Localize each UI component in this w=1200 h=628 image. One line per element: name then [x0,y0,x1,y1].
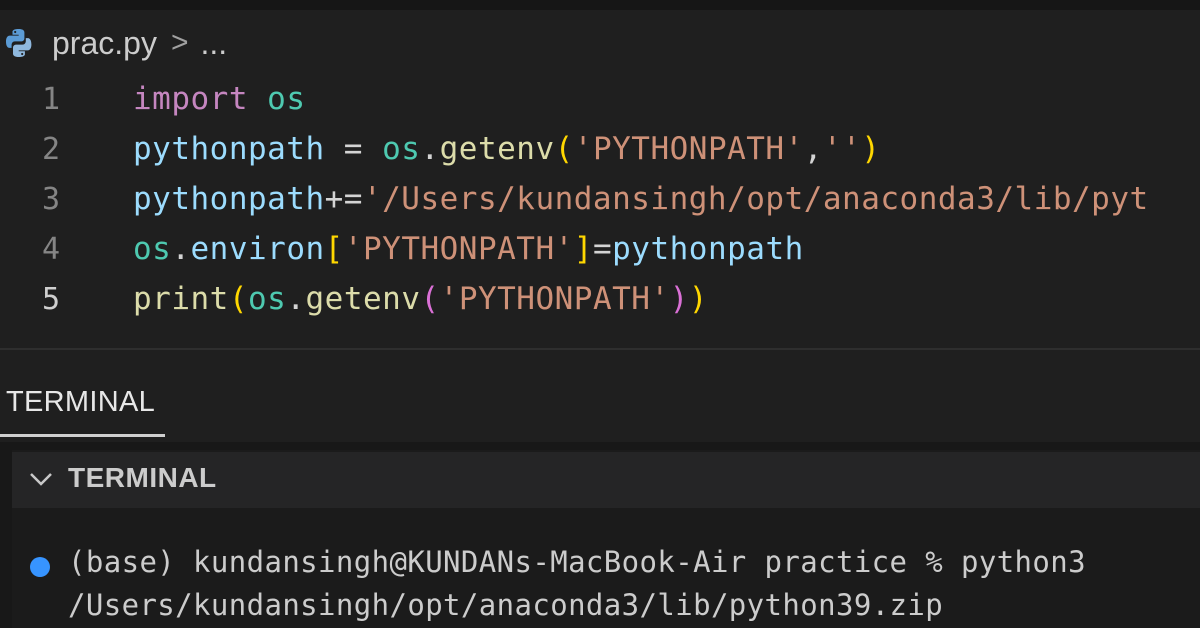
code-token: os [248,281,287,317]
code-token: getenv [439,131,555,167]
code-text[interactable]: pythonpath+='/Users/kundansingh/opt/anac… [133,181,1149,217]
code-token: os [267,81,306,117]
code-editor[interactable]: 1 import os 2 pythonpath = os.getenv('PYTHO… [0,70,1200,340]
line-number: 1 [41,81,60,117]
code-token: environ [190,231,325,267]
code-line[interactable]: 3 pythonpath+='/Users/kundansingh/opt/ana… [0,174,1200,224]
status-dot-icon [30,557,50,577]
code-token: = [324,131,383,167]
active-tab-indicator [0,434,165,437]
code-token: 'PYTHONPATH' [573,131,804,167]
code-token: , [803,131,823,167]
vscode-window: prac.py > ... 1 import os 2 pythonpath = os… [0,0,1200,628]
code-token: 'PYTHONPATH' [439,281,670,317]
code-token: os [133,231,172,267]
code-text[interactable]: os.environ['PYTHONPATH']=pythonpath [133,231,804,267]
code-token: ( [554,131,574,167]
code-token: 'PYTHONPATH' [343,231,574,267]
tab-terminal[interactable]: TERMINAL [6,386,155,419]
code-text[interactable]: pythonpath = os.getenv('PYTHONPATH','') [133,131,880,167]
code-token: os [382,131,421,167]
code-token: . [286,281,306,317]
code-token: += [324,181,363,217]
code-token: import [133,81,248,117]
code-token: = [592,231,613,267]
code-text[interactable]: print(os.getenv('PYTHONPATH')) [133,281,708,317]
terminal-line: (base) kundansingh@KUNDANs-MacBook-Air p… [68,545,1086,579]
code-token: pythonpath [133,181,325,217]
breadcrumb-separator: > [170,26,189,59]
code-line[interactable]: 4 os.environ['PYTHONPATH']=pythonpath [0,224,1200,274]
line-number: 3 [41,181,60,217]
line-number: 5 [41,281,60,317]
code-token: getenv [305,281,421,317]
breadcrumb-more[interactable]: ... [200,25,227,62]
code-token: ( [228,281,248,317]
panel-tab-bar [0,350,1200,442]
breadcrumb: prac.py > ... [0,18,227,68]
breadcrumb-file[interactable]: prac.py [52,25,157,62]
chevron-down-icon[interactable] [26,464,56,494]
code-token: pythonpath [133,131,325,167]
code-token: ) [861,131,881,167]
code-token: . [171,231,191,267]
title-strip [0,0,1200,10]
line-number: 4 [41,231,60,267]
code-token: ) [669,281,689,317]
code-token: pythonpath [612,231,804,267]
python-icon [6,29,32,58]
code-token: . [420,131,440,167]
code-token: print [133,281,229,317]
code-token: ] [573,231,593,267]
terminal-line: /Users/kundansingh/opt/anaconda3/lib/pyt… [68,588,944,622]
code-token: ) [688,281,708,317]
code-token: ( [420,281,440,317]
code-token: '/Users/kundansingh/opt/anaconda3/lib/py… [362,181,1149,217]
terminal-section-title: TERMINAL [68,462,217,493]
line-number: 2 [41,131,60,167]
code-line[interactable]: 2 pythonpath = os.getenv('PYTHONPATH','') [0,124,1200,174]
code-token: [ [324,231,344,267]
code-line[interactable]: 5 print(os.getenv('PYTHONPATH')) [0,274,1200,324]
code-token: '' [822,131,862,167]
code-line[interactable]: 1 import os [0,74,1200,124]
code-text[interactable]: import os [133,81,305,117]
